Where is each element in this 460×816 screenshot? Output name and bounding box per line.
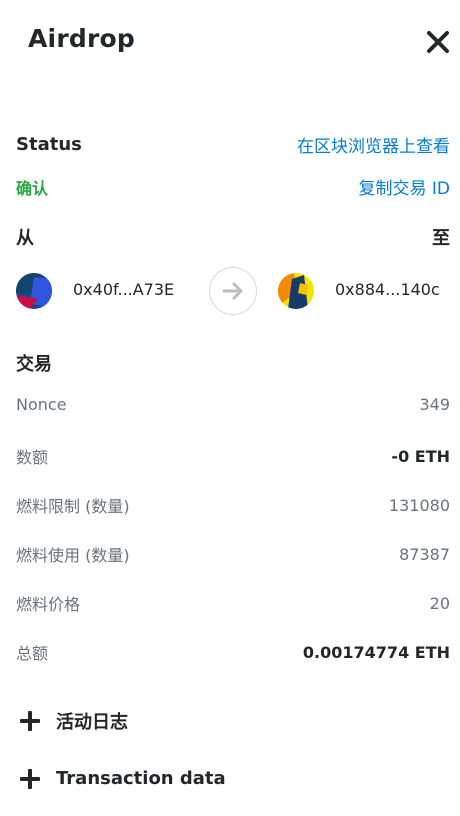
from-label: 从 [16,228,34,249]
transaction-data-label: Transaction data [56,768,226,789]
detail-value: 87387 [399,544,450,564]
detail-key: 燃料价格 [16,595,81,614]
detail-value: -0 ETH [391,446,450,466]
status-row: Status 在区块浏览器上查看 [16,132,450,157]
activity-log-label: 活动日志 [56,712,128,733]
detail-row-gas-used: 燃料使用 (数量) 87387 [16,542,450,566]
view-on-explorer-link[interactable]: 在区块浏览器上查看 [297,132,450,157]
plus-icon [20,711,40,731]
detail-key: 总额 [16,644,49,663]
status-badge: 确认 [16,178,49,198]
detail-key: 燃料使用 (数量) [16,546,130,565]
address-row: 0x40f...A73E 0x884...140c [16,266,450,316]
detail-row-gas-limit: 燃料限制 (数量) 131080 [16,493,450,517]
detail-value: 0.00174774 ETH [302,642,450,662]
detail-value: 349 [419,395,450,414]
from-address[interactable]: 0x40f...A73E [73,280,174,299]
to-avatar[interactable] [278,273,314,309]
status-value-row: 确认 复制交易 ID [16,174,450,200]
activity-log-toggle[interactable]: 活动日志 [20,708,128,734]
detail-value: 131080 [388,495,450,515]
plus-icon [20,768,40,789]
header: Airdrop [0,0,460,84]
transaction-title: 交易 [16,354,52,375]
detail-key: 燃料限制 (数量) [16,497,130,516]
from-avatar[interactable] [16,273,52,309]
detail-key: Nonce [16,395,67,414]
from-to-labels: 从 至 [16,224,450,250]
detail-key: 数额 [16,448,49,467]
arrow-right-icon [222,282,243,300]
close-icon[interactable] [424,28,452,56]
transfer-arrow [209,267,257,315]
to-address[interactable]: 0x884...140c [335,280,440,299]
to-label: 至 [432,228,450,249]
page-title: Airdrop [28,24,135,53]
copy-tx-id-link[interactable]: 复制交易 ID [358,174,450,199]
detail-row-amount: 数额 -0 ETH [16,444,450,468]
status-label: Status [16,134,82,155]
transaction-data-toggle[interactable]: Transaction data [20,768,226,789]
detail-row-total: 总额 0.00174774 ETH [16,640,450,664]
detail-value: 20 [429,593,450,613]
detail-row-gas-price: 燃料价格 20 [16,591,450,615]
detail-row-nonce: Nonce 349 [16,395,450,414]
